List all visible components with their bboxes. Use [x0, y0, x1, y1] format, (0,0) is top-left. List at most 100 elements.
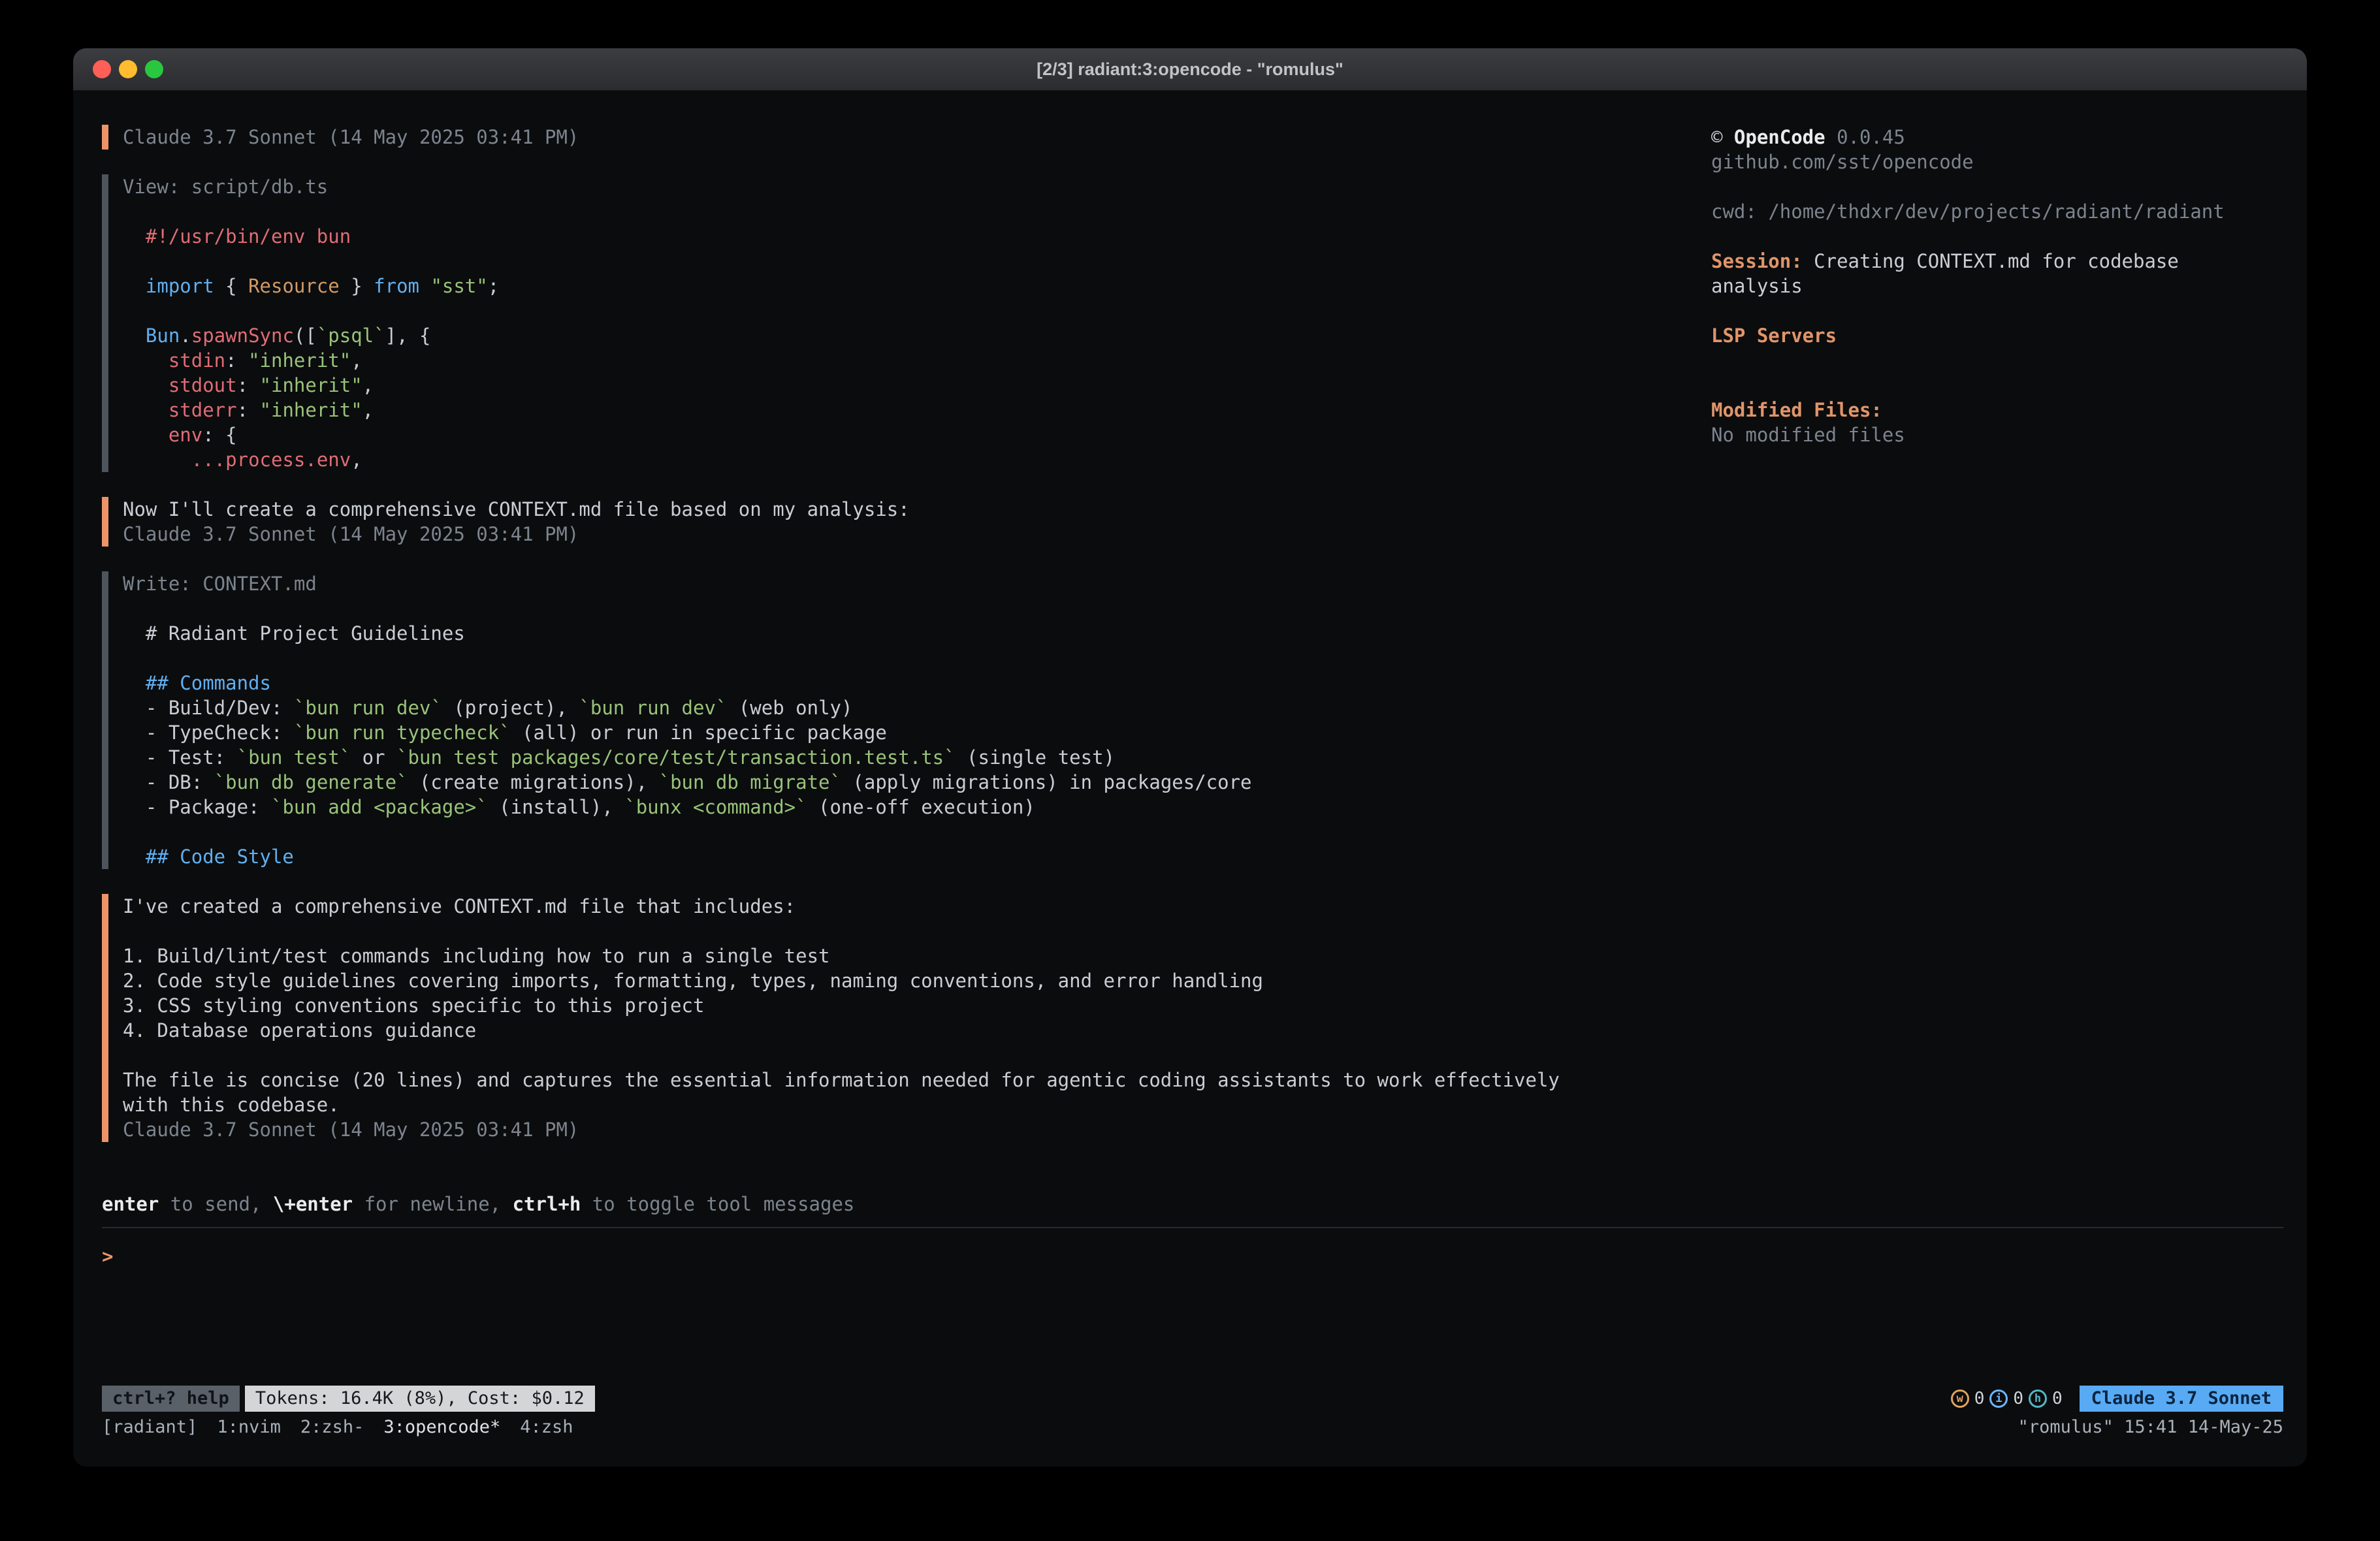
- tmux-window-4zsh[interactable]: 4:zsh: [520, 1415, 573, 1440]
- prompt-char: >: [102, 1245, 113, 1267]
- message-line: 1. Build/lint/test commands including ho…: [123, 944, 1711, 968]
- code-line: stdin: "inherit",: [123, 348, 1711, 373]
- code-line: import { Resource } from "sst";: [123, 274, 1711, 298]
- code-line: #!/usr/bin/env bun: [123, 224, 1711, 249]
- tmux-windows: 1:nvim 2:zsh- 3:opencode* 4:zsh: [217, 1415, 592, 1440]
- code-line: [123, 646, 1711, 671]
- message-line: Claude 3.7 Sonnet (14 May 2025 03:41 PM): [123, 522, 1711, 547]
- code-line: - TypeCheck: `bun run typecheck` (all) o…: [123, 720, 1711, 745]
- input-separator: [102, 1227, 2283, 1228]
- hint-segment: for newline,: [353, 1193, 512, 1215]
- chat-area: Claude 3.7 Sonnet (14 May 2025 03:41 PM)…: [102, 125, 1711, 1167]
- tokens-cost-badge: Tokens: 16.4K (8%), Cost: $0.12: [245, 1386, 595, 1412]
- code-line: View: script/db.ts: [123, 174, 1711, 199]
- sidebar-line: [1711, 174, 2283, 199]
- assistant-message-header: Claude 3.7 Sonnet (14 May 2025 03:41 PM): [102, 125, 1711, 150]
- input-hints: enter to send, \+enter for newline, ctrl…: [102, 1192, 2283, 1216]
- sidebar-line: [1711, 224, 2283, 249]
- traffic-lights: [73, 60, 163, 78]
- sidebar-line: github.com/sst/opencode: [1711, 150, 2283, 174]
- tmux-status-bar: [radiant] 1:nvim 2:zsh- 3:opencode* 4:zsh "…: [102, 1414, 2283, 1440]
- message-line: [123, 919, 1711, 944]
- code-line: - Test: `bun test` or `bun test packages…: [123, 745, 1711, 770]
- sidebar-line: No modified files: [1711, 422, 2283, 447]
- message-line: [123, 1043, 1711, 1068]
- main-row: Claude 3.7 Sonnet (14 May 2025 03:41 PM)…: [102, 125, 2283, 1167]
- code-line: - Package: `bun add <package>` (install)…: [123, 795, 1711, 819]
- hint-segment: to toggle tool messages: [581, 1193, 854, 1215]
- message-line: I've created a comprehensive CONTEXT.md …: [123, 894, 1711, 919]
- message-line: Now I'll create a comprehensive CONTEXT.…: [123, 497, 1711, 522]
- code-line: [123, 249, 1711, 274]
- status-bar: ctrl+? help Tokens: 16.4K (8%), Cost: $0…: [102, 1384, 2283, 1413]
- code-line: stderr: "inherit",: [123, 398, 1711, 422]
- message-line: with this codebase.: [123, 1092, 1711, 1117]
- diagnostic-i-badge: i0: [1989, 1386, 2023, 1411]
- zoom-button[interactable]: [145, 60, 163, 78]
- window-title: [2/3] radiant:3:opencode - "romulus": [73, 57, 2307, 82]
- hint-segment: ctrl+h: [513, 1193, 581, 1215]
- tool-output-view-db-ts: View: script/db.ts #!/usr/bin/env bun im…: [102, 174, 1711, 472]
- sidebar-line: Session: Creating CONTEXT.md for codebas…: [1711, 249, 2283, 274]
- hint-segment: to send,: [159, 1193, 273, 1215]
- diagnostic-w-badge: w0: [1951, 1386, 1985, 1411]
- status-right: w0i0h0 Claude 3.7 Sonnet: [1951, 1386, 2283, 1412]
- w-circle-icon: w: [1951, 1390, 1969, 1408]
- code-line: ...process.env,: [123, 447, 1711, 472]
- message-line: Claude 3.7 Sonnet (14 May 2025 03:41 PM): [123, 1117, 1711, 1142]
- model-badge[interactable]: Claude 3.7 Sonnet: [2080, 1386, 2283, 1412]
- code-line: env: {: [123, 422, 1711, 447]
- code-line: ## Commands: [123, 671, 1711, 695]
- sidebar-line: [1711, 348, 2283, 373]
- spacer: [102, 1269, 2283, 1384]
- terminal-window: [2/3] radiant:3:opencode - "romulus" Cla…: [73, 48, 2307, 1467]
- sidebar: © OpenCode 0.0.45github.com/sst/opencode…: [1711, 125, 2283, 1167]
- titlebar[interactable]: [2/3] radiant:3:opencode - "romulus": [73, 48, 2307, 91]
- code-line: Bun.spawnSync([`psql`], {: [123, 323, 1711, 348]
- assistant-message: Now I'll create a comprehensive CONTEXT.…: [102, 497, 1711, 547]
- code-line: ## Code Style: [123, 844, 1711, 869]
- help-shortcut-badge: ctrl+? help: [102, 1386, 240, 1412]
- code-line: [123, 596, 1711, 621]
- hint-segment: enter: [102, 1193, 159, 1215]
- message-line: 2. Code style guidelines covering import…: [123, 968, 1711, 993]
- sidebar-line: analysis: [1711, 274, 2283, 298]
- diagnostic-count: 0: [2052, 1386, 2063, 1411]
- code-line: [123, 819, 1711, 844]
- code-line: - DB: `bun db generate` (create migratio…: [123, 770, 1711, 795]
- message-line: 4. Database operations guidance: [123, 1018, 1711, 1043]
- diagnostic-h-badge: h0: [2029, 1386, 2063, 1411]
- message-line: 3. CSS styling conventions specific to t…: [123, 993, 1711, 1018]
- sidebar-line: © OpenCode 0.0.45: [1711, 125, 2283, 150]
- minimize-button[interactable]: [119, 60, 137, 78]
- code-line: # Radiant Project Guidelines: [123, 621, 1711, 646]
- tmux-session-name: [radiant]: [102, 1415, 197, 1440]
- message-line: The file is concise (20 lines) and captu…: [123, 1068, 1711, 1092]
- tmux-window-2zsh[interactable]: 2:zsh-: [300, 1415, 364, 1440]
- sidebar-line: cwd: /home/thdxr/dev/projects/radiant/ra…: [1711, 199, 2283, 224]
- sidebar-line: [1711, 373, 2283, 398]
- close-button[interactable]: [93, 60, 111, 78]
- sidebar-line: Modified Files:: [1711, 398, 2283, 422]
- code-line: Write: CONTEXT.md: [123, 571, 1711, 596]
- tmux-window-1nvim[interactable]: 1:nvim: [217, 1415, 281, 1440]
- sidebar-line: LSP Servers: [1711, 323, 2283, 348]
- tmux-window-3opencode[interactable]: 3:opencode*: [383, 1415, 500, 1440]
- code-line: stdout: "inherit",: [123, 373, 1711, 398]
- sidebar-line: [1711, 298, 2283, 323]
- i-circle-icon: i: [1989, 1390, 2008, 1408]
- prompt-input[interactable]: >: [102, 1244, 2283, 1269]
- diagnostics: w0i0h0: [1951, 1386, 2063, 1411]
- diagnostic-count: 0: [2013, 1386, 2023, 1411]
- assistant-message-summary: I've created a comprehensive CONTEXT.md …: [102, 894, 1711, 1142]
- code-line: [123, 298, 1711, 323]
- tool-output-write-context-md: Write: CONTEXT.md # Radiant Project Guid…: [102, 571, 1711, 869]
- code-line: - Build/Dev: `bun run dev` (project), `b…: [123, 695, 1711, 720]
- code-line: [123, 199, 1711, 224]
- diagnostic-count: 0: [1974, 1386, 1985, 1411]
- h-circle-icon: h: [2029, 1390, 2047, 1408]
- tmux-session-info: "romulus" 15:41 14-May-25: [2018, 1415, 2283, 1440]
- hint-segment: \+enter: [273, 1193, 353, 1215]
- message-line: Claude 3.7 Sonnet (14 May 2025 03:41 PM): [123, 125, 1711, 150]
- terminal-content: Claude 3.7 Sonnet (14 May 2025 03:41 PM)…: [73, 91, 2307, 1467]
